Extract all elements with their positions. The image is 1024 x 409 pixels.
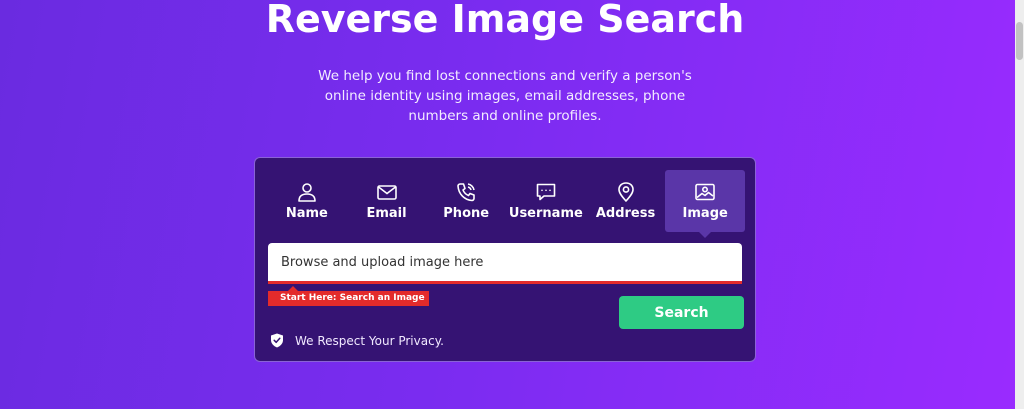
user-icon <box>298 183 316 202</box>
image-icon <box>695 183 715 201</box>
tab-label: Phone <box>443 206 490 221</box>
image-upload-input[interactable] <box>281 254 729 270</box>
tab-phone[interactable]: Phone <box>426 170 506 232</box>
tab-image[interactable]: Image <box>665 170 746 238</box>
tab-address[interactable]: Address <box>586 170 666 232</box>
tab-label: Email <box>366 206 407 221</box>
chat-bubble-icon <box>536 183 556 201</box>
search-card: Name Email Phone Username Address Image … <box>254 157 756 362</box>
tab-label: Name <box>285 206 328 221</box>
search-button[interactable]: Search <box>619 296 744 329</box>
tab-name[interactable]: Name <box>267 170 347 232</box>
privacy-text: We Respect Your Privacy. <box>295 333 444 348</box>
page-scrollbar[interactable] <box>1015 0 1024 409</box>
privacy-notice: We Respect Your Privacy. <box>270 333 444 348</box>
tab-username[interactable]: Username <box>506 170 586 232</box>
phone-icon <box>457 183 475 202</box>
envelope-icon <box>376 185 397 200</box>
start-here-hint: Start Here: Search an Image <box>268 286 429 306</box>
image-upload-field[interactable] <box>268 243 742 284</box>
tab-label: Address <box>595 206 656 221</box>
shield-check-icon <box>271 333 283 348</box>
page-title: Reverse Image Search <box>265 0 745 41</box>
scrollbar-thumb[interactable] <box>1016 22 1023 60</box>
tab-email[interactable]: Email <box>347 170 427 232</box>
tab-label: Image <box>682 206 728 221</box>
map-pin-icon <box>617 182 634 202</box>
tab-label: Username <box>508 206 583 221</box>
page-subtitle: We help you find lost connections and ve… <box>318 68 692 124</box>
search-type-tabs: Name Email Phone Username Address Image <box>267 170 746 238</box>
